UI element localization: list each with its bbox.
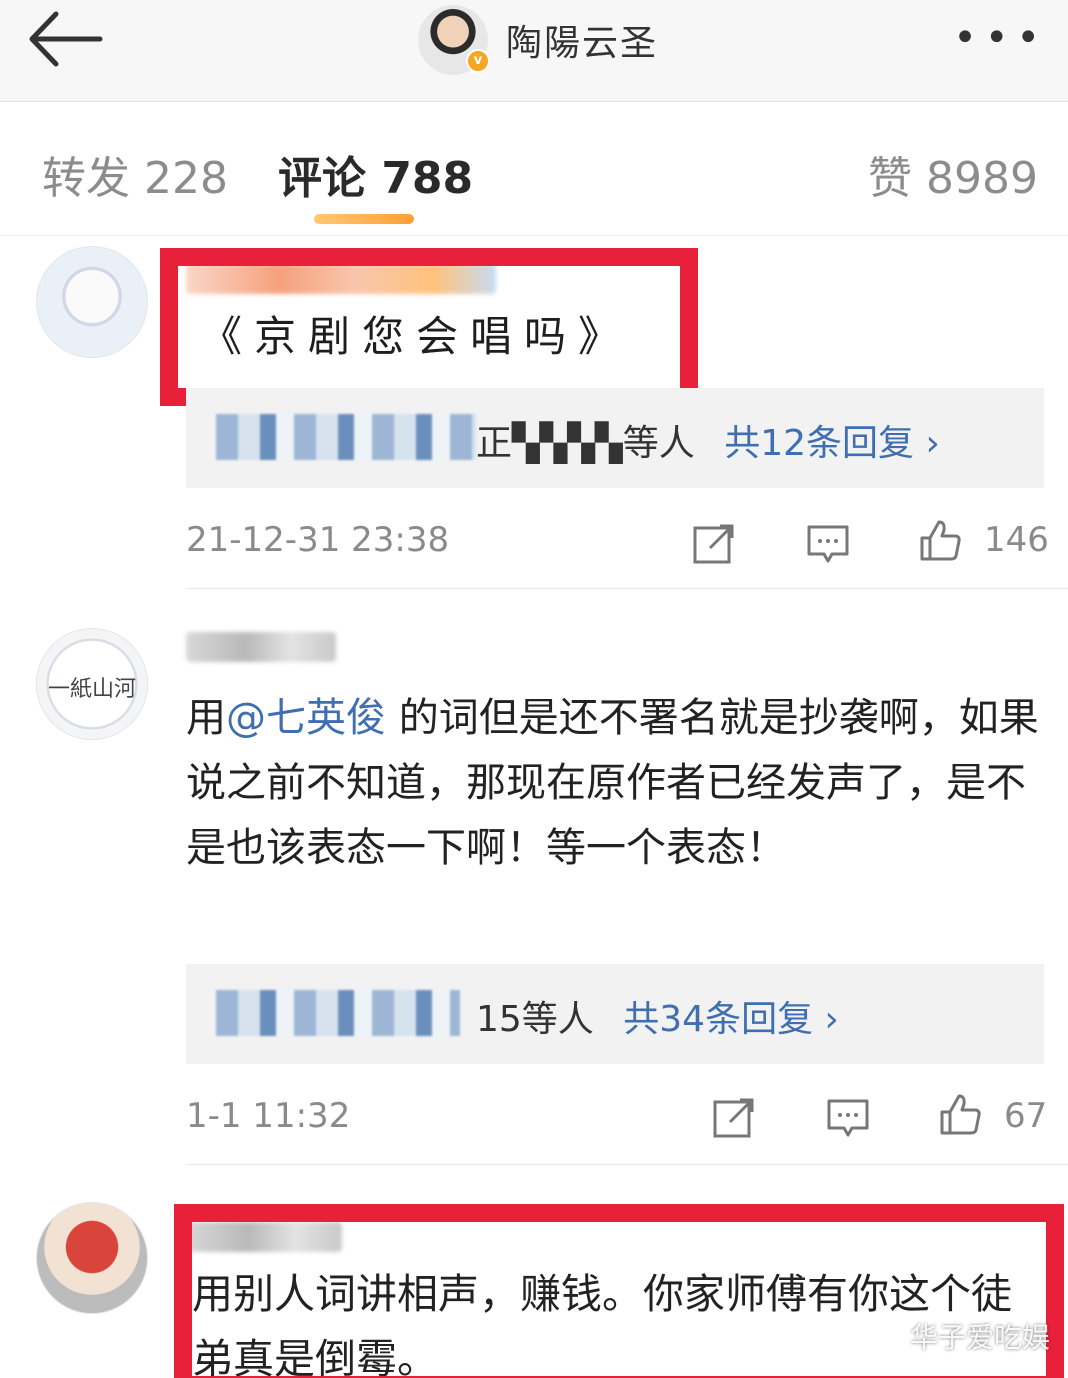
reply-users-label: 15等人 xyxy=(476,999,594,1040)
reply-summary[interactable]: 15等人 共34条回复 › xyxy=(186,964,1044,1064)
like-icon[interactable] xyxy=(938,1092,982,1136)
verified-badge-icon: v xyxy=(466,49,490,73)
header-user[interactable]: v 陶陽云圣 xyxy=(418,2,658,78)
username-redacted[interactable] xyxy=(186,632,336,662)
divider xyxy=(186,1164,1068,1165)
user-name: 陶陽云圣 xyxy=(506,23,659,64)
repost-icon[interactable] xyxy=(692,522,736,566)
avatar[interactable]: v xyxy=(418,5,490,75)
arrow-left-icon[interactable] xyxy=(26,8,106,70)
avatar[interactable] xyxy=(36,246,148,358)
avatar[interactable] xyxy=(36,1202,148,1314)
comment-text: 用@七英俊 的词但是还不署名就是抄袭啊，如果说之前不知道，那现在原作者已经发声了… xyxy=(186,686,1046,881)
reply-count-link[interactable]: 共34条回复 › xyxy=(623,999,839,1040)
comment-icon[interactable] xyxy=(826,1096,870,1140)
avatar-text: 一紙山河 xyxy=(47,677,136,702)
highlight-box xyxy=(160,248,698,406)
watermark-text: 华子爱吃娱 xyxy=(909,1321,1050,1354)
avatar[interactable]: 一紙山河 xyxy=(36,628,148,740)
like-count: 67 xyxy=(1004,1096,1048,1136)
repost-icon[interactable] xyxy=(712,1096,756,1140)
reply-users-label: 正▚▚▚▚等人 xyxy=(476,423,695,464)
tab-like[interactable]: 赞 8989 xyxy=(868,142,1038,206)
tab-repost[interactable]: 转发 228 xyxy=(42,142,228,206)
reply-users: 正▚▚▚▚等人 共12条回复 › xyxy=(476,414,940,466)
comment-icon[interactable] xyxy=(806,522,850,566)
reply-summary[interactable]: 正▚▚▚▚等人 共12条回复 › xyxy=(186,388,1044,488)
reply-users-redacted xyxy=(216,990,460,1036)
top-bar: v 陶陽云圣 ••• xyxy=(0,0,1068,102)
tab-bar: 转发 228 评论 788 赞 8989 xyxy=(0,102,1068,236)
tab-comment[interactable]: 评论 788 xyxy=(278,142,473,206)
comment-text-start: 用 xyxy=(186,695,226,741)
more-dots-icon[interactable]: ••• xyxy=(953,18,1048,58)
reply-users-redacted xyxy=(216,414,476,460)
reply-count-link[interactable]: 共12条回复 › xyxy=(724,423,940,464)
reply-users: 15等人 共34条回复 › xyxy=(476,990,839,1042)
like-count: 146 xyxy=(984,520,1049,560)
like-icon[interactable] xyxy=(918,518,962,562)
comment-time: 1-1 11:32 xyxy=(186,1096,351,1136)
divider xyxy=(186,588,1068,589)
comment-time: 21-12-31 23:38 xyxy=(186,520,450,560)
mention-link[interactable]: @七英俊 xyxy=(226,695,386,741)
active-tab-indicator xyxy=(314,214,414,224)
